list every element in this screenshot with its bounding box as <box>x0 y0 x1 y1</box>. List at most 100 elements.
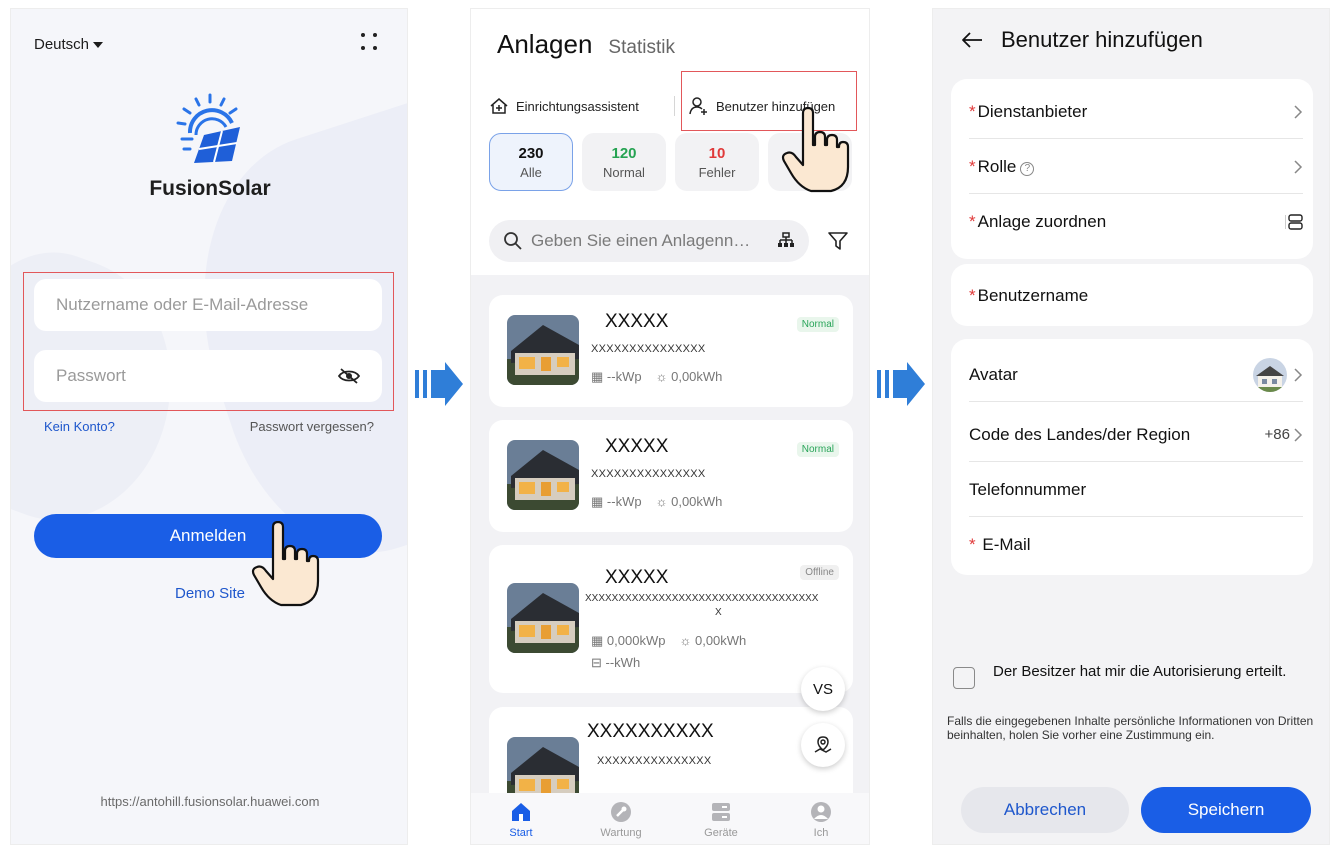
demo-site-link[interactable]: Demo Site <box>11 585 407 602</box>
hierarchy-icon[interactable] <box>777 232 795 250</box>
avatar-row[interactable]: Avatar <box>969 347 1303 402</box>
phone-label: Telefonnummer <box>969 479 1087 499</box>
tab-label: Start <box>509 826 533 839</box>
tab-statistics[interactable]: Statistik <box>608 37 675 59</box>
filter-label: Fehler <box>698 164 736 180</box>
plant-card[interactable]: XXXXXXXXXX XXXXXXXXXXXXXXX <box>489 707 853 807</box>
chevron-right-icon <box>1294 159 1303 174</box>
no-account-link[interactable]: Kein Konto? <box>44 419 115 434</box>
capacity-value: 0,000kWp <box>606 633 666 648</box>
energy-metric: ☼ 0,00kWh <box>656 494 723 510</box>
login-links: Kein Konto? Passwort vergessen? <box>44 419 374 434</box>
provider-row[interactable]: * Dienstanbieter <box>969 84 1303 139</box>
solar-panel-icon: ▦ <box>591 633 607 648</box>
phone-row[interactable]: Telefonnummer <box>969 462 1303 517</box>
tab-plants[interactable]: Anlagen <box>497 29 592 60</box>
required-mark: * <box>969 156 976 176</box>
chevron-right-icon <box>1294 427 1303 442</box>
energy-metric: ☼ 0,00kWh <box>656 369 723 385</box>
avatar-label: Avatar <box>969 364 1018 384</box>
save-button[interactable]: Speichern <box>1141 787 1311 833</box>
sun-icon: ☼ <box>655 369 672 384</box>
plant-card[interactable]: XXXXX XXXXXXXXXXXXXXX ▦ --kWp ☼ 0,00kWh … <box>489 295 853 407</box>
privacy-note: Falls die eingegebenen Inhalte persönlic… <box>947 714 1314 742</box>
energy-value: 0,00kWh <box>671 369 723 384</box>
language-label: Deutsch <box>34 36 90 53</box>
email-row[interactable]: * E-Mail <box>969 517 1303 572</box>
consent-checkbox[interactable] <box>953 667 975 689</box>
pointing-hand-icon <box>781 107 851 193</box>
plants-screen: Anlagen Statistik Einrichtungsassistent … <box>470 8 870 845</box>
language-selector[interactable]: Deutsch <box>34 36 104 53</box>
fusionsolar-logo-icon <box>174 93 246 165</box>
filter-normal[interactable]: 120 Normal <box>582 133 666 191</box>
username-input[interactable]: Nutzername oder E-Mail-Adresse <box>34 279 382 331</box>
filter-fault[interactable]: 10 Fehler <box>675 133 759 191</box>
server-url: https://antohill.fusionsolar.huawei.com <box>100 794 320 809</box>
required-mark: * <box>969 534 976 554</box>
password-placeholder: Passwort <box>56 366 126 385</box>
help-icon[interactable]: ? <box>1020 161 1035 176</box>
storage-metric: ⊟ --kWh <box>591 655 640 671</box>
sun-icon: ☼ <box>655 494 672 509</box>
page-header: Benutzer hinzufügen <box>961 27 1203 53</box>
assign-plant-row[interactable]: * Anlage zuordnen <box>969 194 1303 249</box>
brand-name: FusionSolar <box>149 177 271 200</box>
username-group: * Benutzername <box>951 264 1313 326</box>
filter-label: Normal <box>603 164 645 180</box>
password-input[interactable]: Passwort <box>34 350 382 402</box>
more-icon[interactable] <box>361 33 379 53</box>
filter-all[interactable]: 230 Alle <box>489 133 573 191</box>
avatar <box>1253 357 1287 392</box>
add-user-screen: Benutzer hinzufügen * Dienstanbieter * Rol… <box>932 8 1330 845</box>
plant-photo <box>507 315 579 385</box>
energy-value: 0,00kWh <box>694 633 747 648</box>
country-code-value: +86 <box>1264 426 1290 443</box>
status-badge: Normal <box>796 442 839 457</box>
page-title: Benutzer hinzufügen <box>1001 27 1203 52</box>
setup-wizard-button[interactable]: Einrichtungsassistent <box>489 96 674 116</box>
username-row[interactable]: * Benutzername <box>969 268 1303 323</box>
page-header: Anlagen Statistik <box>497 29 675 60</box>
solar-panel-icon: ▦ <box>591 494 607 509</box>
solar-panel-icon: ▦ <box>591 369 607 384</box>
tab-start[interactable]: Start <box>471 793 571 844</box>
capacity-value: --kWp <box>606 369 642 384</box>
map-pin-icon[interactable] <box>801 723 845 767</box>
search-placeholder: Geben Sie einen Anlagenn… <box>531 231 751 250</box>
plant-search-input[interactable]: Geben Sie einen Anlagenn… <box>489 220 809 262</box>
plant-card[interactable]: XXXXX XXXXXXXXXXXXXXXXXXXXXXXXXXXXXXXXXX… <box>489 545 853 693</box>
forgot-password-link[interactable]: Passwort vergessen? <box>250 419 374 434</box>
capacity-metric: ▦ --kWp <box>591 494 642 510</box>
sun-icon: ☼ <box>679 633 695 648</box>
plant-address: XXXXXXXXXXXXXXX <box>591 343 706 355</box>
tab-label: Wartung <box>600 826 642 839</box>
plant-card[interactable]: XXXXX XXXXXXXXXXXXXXX ▦ --kWp ☼ 0,00kWh … <box>489 420 853 532</box>
country-code-row[interactable]: Code des Landes/der Region +86 <box>969 407 1303 462</box>
vs-button[interactable]: VS <box>801 667 845 711</box>
tab-profile[interactable]: Ich <box>771 793 869 844</box>
eye-off-icon[interactable] <box>338 367 360 385</box>
tab-maintenance[interactable]: Wartung <box>571 793 671 844</box>
cancel-button[interactable]: Abbrechen <box>961 787 1129 833</box>
filter-icon[interactable] <box>827 230 849 252</box>
energy-value: 0,00kWh <box>671 494 723 509</box>
filter-count: 10 <box>708 144 726 162</box>
plant-name: XXXXX <box>605 436 669 457</box>
assign-plant-label: Anlage zuordnen <box>977 211 1107 231</box>
capacity-metric: ▦ 0,000kWp <box>591 633 665 649</box>
capacity-metric: ▦ --kWp <box>591 369 642 385</box>
plant-metrics: ▦ --kWp ☼ 0,00kWh <box>591 494 722 510</box>
profile-icon <box>811 801 831 822</box>
plant-photo <box>507 440 579 510</box>
storage-value: --kWh <box>605 655 641 670</box>
back-arrow-icon[interactable] <box>961 31 983 49</box>
role-row[interactable]: * Rolle? <box>969 139 1303 194</box>
tab-devices[interactable]: Geräte <box>671 793 771 844</box>
provider-label: Dienstanbieter <box>977 101 1088 121</box>
login-button[interactable]: Anmelden <box>34 514 382 558</box>
energy-metric: ☼ 0,00kWh <box>679 633 746 649</box>
step-arrow-icon <box>875 360 927 408</box>
plant-photo <box>507 583 579 653</box>
status-badge: Normal <box>796 317 839 332</box>
